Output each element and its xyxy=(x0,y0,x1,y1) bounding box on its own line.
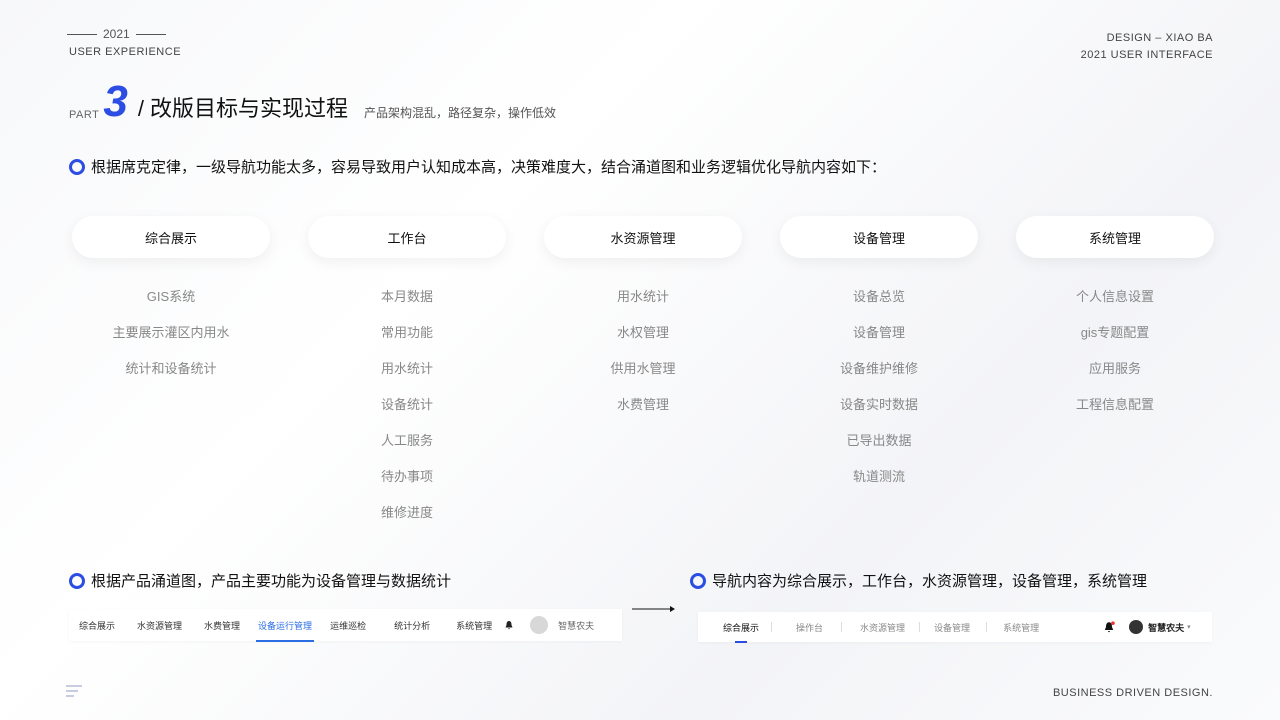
list-item: 已导出数据 xyxy=(846,433,912,448)
list-item: 设备实时数据 xyxy=(839,397,918,412)
list-item: 个人信息设置 xyxy=(1075,289,1154,304)
column-title: 工作台 xyxy=(308,216,506,258)
list-item: 设备总览 xyxy=(852,289,905,304)
column-1: 工作台 本月数据 常用功能 用水统计 设备统计 人工服务 待办事项 维修进度 xyxy=(308,216,506,531)
new-navbar: 综合展示 操作台 水资源管理 设备管理 系统管理 智慧农夫 ▾ xyxy=(698,612,1212,643)
part-word: PART xyxy=(69,109,100,121)
old-nav-item[interactable]: 统计分析 xyxy=(394,619,430,632)
right-caption-line2: 2021 USER INTERFACE xyxy=(1080,49,1213,61)
bullet-ring-icon xyxy=(69,572,85,589)
user-name[interactable]: 智慧农夫 xyxy=(1148,621,1184,634)
column-title: 水资源管理 xyxy=(544,216,742,258)
old-nav-active-label: 设备运行管理 xyxy=(258,620,313,631)
nav-divider xyxy=(841,622,843,632)
list-item: 工程信息配置 xyxy=(1075,397,1154,412)
list-item: 设备维护维修 xyxy=(839,361,918,376)
new-nav-item-active[interactable]: 综合展示 xyxy=(723,621,760,643)
nav-divider xyxy=(986,622,988,632)
part-heading: PART 3 / 改版目标与实现过程 产品架构混乱，路径复杂，操作低效 xyxy=(69,80,556,124)
list-item: 设备管理 xyxy=(852,325,905,340)
list-item: 应用服务 xyxy=(1088,361,1141,376)
active-underline xyxy=(735,640,748,643)
column-items: 个人信息设置 gis专题配置 应用服务 工程信息配置 xyxy=(1016,279,1214,423)
bottom-left-caption: 根据产品涌道图，产品主要功能为设备管理与数据统计 xyxy=(69,570,451,591)
column-items: 设备总览 设备管理 设备维护维修 设备实时数据 已导出数据 轨道测流 xyxy=(780,279,978,495)
nav-divider xyxy=(919,622,921,632)
old-nav-item[interactable]: 水资源管理 xyxy=(137,619,182,632)
bullet-ring-icon xyxy=(690,572,706,589)
list-item: 统计和设备统计 xyxy=(125,361,217,376)
list-item: 供用水管理 xyxy=(610,361,676,376)
column-4: 系统管理 个人信息设置 gis专题配置 应用服务 工程信息配置 xyxy=(1016,216,1214,531)
part-number: 3 xyxy=(103,77,128,126)
list-item: 本月数据 xyxy=(380,289,433,304)
intro-bullet: 根据席克定律，一级导航功能太多，容易导致用户认知成本高，决策难度大，结合涌道图和… xyxy=(69,156,886,177)
list-item: 常用功能 xyxy=(380,325,433,340)
user-name[interactable]: 智慧农夫 xyxy=(558,619,594,632)
arrow-right-icon xyxy=(632,606,675,612)
bottom-left-text: 根据产品涌道图，产品主要功能为设备管理与数据统计 xyxy=(91,573,452,590)
old-nav-item[interactable]: 综合展示 xyxy=(79,619,115,632)
list-item: 人工服务 xyxy=(380,433,433,448)
year-line-right xyxy=(135,33,166,35)
list-item: 维修进度 xyxy=(380,505,433,520)
active-underline xyxy=(256,639,315,642)
new-nav-active-label: 综合展示 xyxy=(723,622,760,633)
old-nav-item[interactable]: 系统管理 xyxy=(456,619,492,632)
year-line-left xyxy=(67,33,97,35)
bell-icon[interactable] xyxy=(1103,621,1115,633)
menu-lines-icon xyxy=(66,685,82,697)
list-item: 用水统计 xyxy=(616,289,669,304)
footer-tagline: BUSINESS DRIVEN DESIGN. xyxy=(1052,687,1213,699)
bell-icon[interactable] xyxy=(504,620,514,630)
list-item: 用水统计 xyxy=(380,361,433,376)
list-item: 待办事项 xyxy=(380,469,433,484)
nav-divider xyxy=(771,622,773,632)
left-caption: USER EXPERIENCE xyxy=(69,46,182,58)
column-3: 设备管理 设备总览 设备管理 设备维护维修 设备实时数据 已导出数据 轨道测流 xyxy=(780,216,978,531)
list-item: 设备统计 xyxy=(380,397,433,412)
old-nav-item-active[interactable]: 设备运行管理 xyxy=(256,619,315,642)
list-item: 水权管理 xyxy=(616,325,669,340)
list-item: GIS系统 xyxy=(146,289,196,304)
new-nav-item[interactable]: 操作台 xyxy=(796,621,823,634)
column-title: 系统管理 xyxy=(1016,216,1214,258)
new-nav-item[interactable]: 水资源管理 xyxy=(860,621,905,634)
column-items: 用水统计 水权管理 供用水管理 水费管理 xyxy=(544,279,742,423)
bottom-right-text: 导航内容为综合展示，工作台，水资源管理，设备管理，系统管理 xyxy=(712,573,1148,590)
list-item: 水费管理 xyxy=(616,397,669,412)
page-subtitle: 产品架构混乱，路径复杂，操作低效 xyxy=(364,106,557,120)
list-item: 主要展示灌区内用水 xyxy=(112,325,230,340)
list-item: 轨道测流 xyxy=(852,469,905,484)
column-items: GIS系统 主要展示灌区内用水 统计和设备统计 xyxy=(72,279,270,387)
right-caption-line1: DESIGN – XIAO BA xyxy=(1106,32,1213,44)
list-item: gis专题配置 xyxy=(1080,325,1150,340)
new-nav-item[interactable]: 系统管理 xyxy=(1003,621,1039,634)
avatar[interactable] xyxy=(530,616,549,634)
chevron-down-icon[interactable]: ▾ xyxy=(1187,623,1191,631)
column-title: 设备管理 xyxy=(780,216,978,258)
old-navbar: 综合展示 水资源管理 水费管理 设备运行管理 运维巡检 统计分析 系统管理 智慧… xyxy=(69,609,622,642)
intro-text: 根据席克定律，一级导航功能太多，容易导致用户认知成本高，决策难度大，结合涌道图和… xyxy=(91,159,887,176)
column-2: 水资源管理 用水统计 水权管理 供用水管理 水费管理 xyxy=(544,216,742,531)
column-title: 综合展示 xyxy=(72,216,270,258)
column-0: 综合展示 GIS系统 主要展示灌区内用水 统计和设备统计 xyxy=(72,216,270,531)
new-nav-item[interactable]: 设备管理 xyxy=(934,621,970,634)
page-title: / 改版目标与实现过程 xyxy=(137,96,349,121)
year-label: 2021 xyxy=(67,27,166,41)
column-items: 本月数据 常用功能 用水统计 设备统计 人工服务 待办事项 维修进度 xyxy=(308,279,506,531)
bottom-right-caption: 导航内容为综合展示，工作台，水资源管理，设备管理，系统管理 xyxy=(690,570,1147,591)
avatar[interactable] xyxy=(1129,620,1144,634)
year-text: 2021 xyxy=(103,27,130,41)
old-nav-item[interactable]: 水费管理 xyxy=(204,619,240,632)
bullet-ring-icon xyxy=(69,158,85,175)
nav-columns: 综合展示 GIS系统 主要展示灌区内用水 统计和设备统计 工作台 本月数据 常用… xyxy=(72,216,1214,531)
old-nav-item[interactable]: 运维巡检 xyxy=(330,619,366,632)
